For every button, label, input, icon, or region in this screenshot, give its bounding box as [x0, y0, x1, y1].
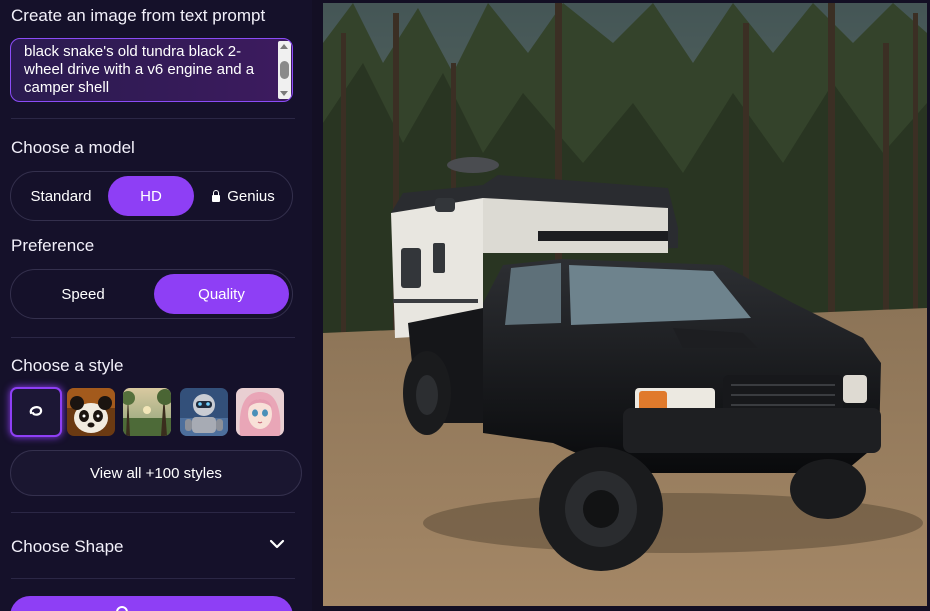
scroll-down-arrow-icon[interactable] [280, 91, 288, 96]
model-option-label: HD [140, 187, 162, 205]
divider [11, 118, 295, 119]
scroll-up-arrow-icon[interactable] [280, 44, 288, 49]
preference-option-speed[interactable]: Speed [15, 274, 151, 314]
model-option-hd[interactable]: HD [108, 176, 194, 216]
lock-icon [212, 189, 221, 202]
model-option-label: Genius [227, 187, 275, 205]
landscape-style-image [123, 388, 171, 436]
divider [11, 512, 295, 513]
view-all-styles-label: View all +100 styles [90, 464, 222, 482]
preference-option-quality[interactable]: Quality [154, 274, 289, 314]
anime-style-image [236, 388, 284, 436]
chevron-down-icon[interactable] [269, 538, 285, 550]
model-section-title: Choose a model [11, 138, 135, 157]
style-thumb-none[interactable] [10, 387, 62, 437]
generate-icon [116, 606, 128, 611]
divider [11, 337, 295, 338]
style-thumb-landscape[interactable] [123, 388, 171, 436]
prompt-text[interactable]: black snake's old tundra black 2-wheel d… [24, 43, 274, 97]
model-option-standard[interactable]: Standard [15, 176, 107, 216]
shape-section-title[interactable]: Choose Shape [11, 537, 123, 557]
preference-section-title: Preference [11, 236, 95, 255]
style-thumb-panda[interactable] [67, 388, 115, 436]
preference-option-label: Quality [198, 285, 245, 303]
style-thumb-robot[interactable] [180, 388, 228, 436]
generate-button[interactable] [10, 596, 293, 611]
prompt-input[interactable]: black snake's old tundra black 2-wheel d… [10, 38, 293, 102]
divider [11, 578, 295, 579]
model-option-genius[interactable]: Genius [197, 176, 290, 216]
no-style-icon [29, 406, 43, 416]
model-selector: Standard HD Genius [10, 171, 293, 221]
preference-option-label: Speed [61, 285, 105, 303]
sidebar: Create an image from text prompt black s… [0, 0, 312, 611]
preference-selector: Speed Quality [10, 269, 293, 319]
model-option-label: Standard [30, 187, 92, 205]
panda-style-image [67, 388, 115, 436]
generated-image [323, 3, 927, 606]
prompt-section-title: Create an image from text prompt [11, 6, 266, 25]
generated-truck-image [323, 3, 927, 606]
style-section-title: Choose a style [11, 356, 124, 375]
prompt-scrollbar[interactable] [278, 41, 291, 99]
view-all-styles-button[interactable]: View all +100 styles [10, 450, 302, 496]
style-thumb-anime[interactable] [236, 388, 284, 436]
robot-style-image [180, 388, 228, 436]
scroll-thumb[interactable] [280, 61, 289, 79]
